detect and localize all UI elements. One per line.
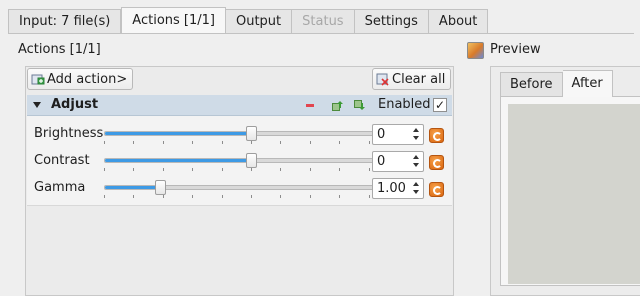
slider-tick <box>162 168 164 171</box>
slider-tick <box>221 141 223 144</box>
slider-handle[interactable] <box>246 153 257 168</box>
tab-about[interactable]: About <box>428 9 489 34</box>
slider-fill <box>105 159 251 162</box>
slider-tick <box>309 141 311 144</box>
preview-title: Preview <box>490 42 541 57</box>
slider-tick <box>104 195 105 198</box>
tab-input[interactable]: Input: 7 file(s) <box>8 9 122 34</box>
param-row-gamma: Gamma 1.00 <box>27 175 452 201</box>
slider-tick <box>192 168 194 171</box>
slider-tick <box>221 168 223 171</box>
slider-ticks <box>104 168 399 171</box>
slider-fill <box>105 186 161 189</box>
spinbox-arrows[interactable] <box>412 181 421 196</box>
clear-all-label: Clear all <box>392 71 446 87</box>
action-header-adjust[interactable]: Adjust Enabled ✓ <box>27 95 452 116</box>
clear-all-icon <box>376 73 390 86</box>
slider-tick <box>368 195 370 198</box>
slider-tick <box>192 195 194 198</box>
arrow-down-icon[interactable] <box>413 163 419 167</box>
gamma-spinbox[interactable]: 1.00 <box>372 178 424 199</box>
remove-action-icon[interactable] <box>306 104 314 107</box>
spinbox-arrows[interactable] <box>412 127 421 142</box>
slider-tick <box>339 141 341 144</box>
gamma-slider[interactable] <box>104 180 398 195</box>
slider-fill <box>105 132 251 135</box>
tab-output[interactable]: Output <box>225 9 293 34</box>
slider-tick <box>280 141 282 144</box>
slider-tick <box>104 168 105 171</box>
slider-handle[interactable] <box>155 180 167 195</box>
add-action-icon <box>31 73 45 86</box>
slider-tick <box>368 141 370 144</box>
spinbox-arrows[interactable] <box>412 154 421 169</box>
enabled-checkbox[interactable]: ✓ <box>433 98 447 112</box>
tab-after[interactable]: After <box>562 70 613 97</box>
action-name: Adjust <box>51 97 99 112</box>
slider-ticks <box>104 195 399 198</box>
action-body-adjust: Brightness 0 Contrast 0 Gamma 1.00 <box>27 116 452 206</box>
arrow-up-icon[interactable] <box>413 128 419 132</box>
reset-gamma-icon[interactable] <box>429 182 444 197</box>
slider-tick <box>133 168 135 171</box>
main-tabbar: Input: 7 file(s) Actions [1/1] Output St… <box>8 7 489 34</box>
brightness-slider[interactable] <box>104 126 398 141</box>
arrow-up-icon[interactable] <box>413 155 419 159</box>
tab-actions[interactable]: Actions [1/1] <box>121 7 226 34</box>
tab-before[interactable]: Before <box>500 72 563 97</box>
param-row-brightness: Brightness 0 <box>27 121 452 147</box>
slider-handle[interactable] <box>246 126 257 141</box>
reset-contrast-icon[interactable] <box>429 155 444 170</box>
slider-ticks <box>104 141 399 144</box>
collapse-arrow-icon[interactable] <box>33 102 41 108</box>
tab-divider <box>8 33 634 34</box>
slider-tick <box>339 168 341 171</box>
arrow-up-icon[interactable] <box>413 182 419 186</box>
slider-tick <box>280 168 282 171</box>
slider-tick <box>162 141 164 144</box>
add-action-label: Add action> <box>47 71 128 87</box>
move-up-icon[interactable] <box>332 100 344 111</box>
slider-tick <box>251 195 252 198</box>
slider-tick <box>221 195 223 198</box>
slider-tick <box>162 195 164 198</box>
preview-image <box>508 104 640 284</box>
slider-tick <box>368 168 370 171</box>
slider-tick <box>251 141 252 144</box>
move-down-icon[interactable] <box>354 100 366 111</box>
brightness-spinbox[interactable]: 0 <box>372 124 424 145</box>
param-label: Contrast <box>34 153 90 168</box>
spinbox-value: 0 <box>377 154 386 169</box>
slider-tick <box>251 168 252 171</box>
param-label: Gamma <box>34 180 86 195</box>
preview-image-icon[interactable] <box>467 42 484 59</box>
enabled-label: Enabled <box>378 97 431 112</box>
tab-settings[interactable]: Settings <box>354 9 429 34</box>
param-row-contrast: Contrast 0 <box>27 148 452 174</box>
tab-status: Status <box>292 9 355 34</box>
slider-tick <box>309 168 311 171</box>
contrast-slider[interactable] <box>104 153 398 168</box>
reset-brightness-icon[interactable] <box>429 128 444 143</box>
slider-tick <box>339 195 341 198</box>
slider-tick <box>309 195 311 198</box>
arrow-down-icon[interactable] <box>413 136 419 140</box>
slider-tick <box>133 141 135 144</box>
spinbox-value: 1.00 <box>377 181 406 196</box>
param-label: Brightness <box>34 126 104 141</box>
actions-section-title: Actions [1/1] <box>18 42 101 57</box>
preview-tabbar: Before After <box>500 70 613 97</box>
contrast-spinbox[interactable]: 0 <box>372 151 424 172</box>
arrow-down-icon[interactable] <box>413 190 419 194</box>
slider-tick <box>280 195 282 198</box>
slider-tick <box>104 141 105 144</box>
add-action-button[interactable]: Add action> <box>27 68 134 90</box>
slider-tick <box>192 141 194 144</box>
spinbox-value: 0 <box>377 127 386 142</box>
slider-tick <box>133 195 135 198</box>
clear-all-button[interactable]: Clear all <box>372 68 452 90</box>
